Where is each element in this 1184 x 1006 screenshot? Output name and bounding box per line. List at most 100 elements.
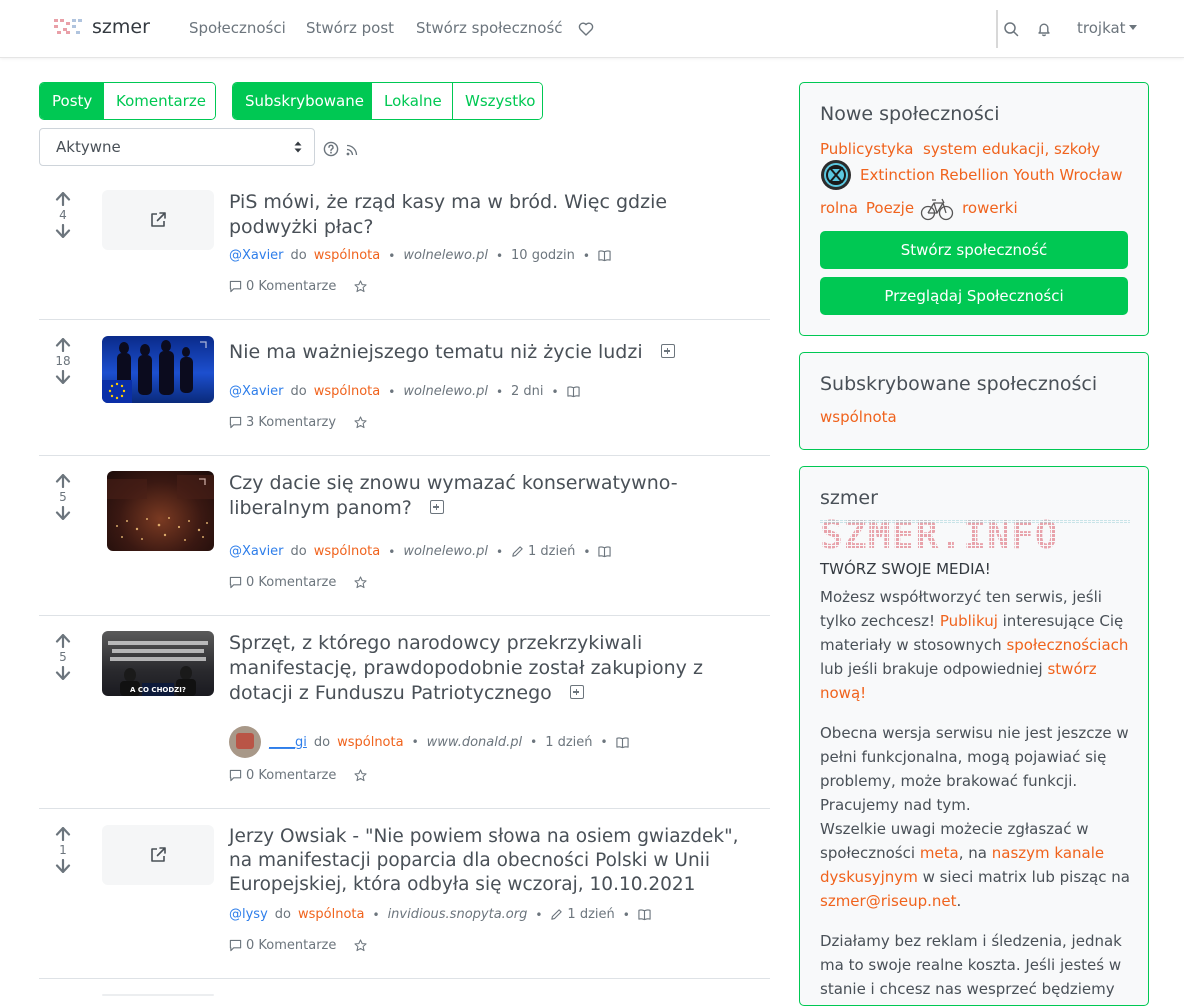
vote-column: 5: [55, 634, 71, 680]
post-author[interactable]: @Xavier: [229, 248, 284, 263]
community-link-rolna[interactable]: rolna: [820, 199, 858, 217]
downvote-icon[interactable]: [55, 859, 71, 873]
comments-link[interactable]: 0 Komentarze: [246, 768, 336, 783]
post-title-text: Sprzęt, z którego narodowcy przekrzykiwa…: [229, 632, 703, 704]
community-link-xr-youth[interactable]: Extinction Rebellion Youth Wrocław: [860, 166, 1123, 184]
expand-icon[interactable]: [569, 685, 584, 699]
site-info-title: szmer: [820, 487, 878, 509]
bell-icon[interactable]: [1036, 21, 1052, 37]
post-actions: 0 Komentarze: [229, 279, 371, 294]
create-community-button[interactable]: Stwórz społeczność: [820, 231, 1128, 269]
star-icon[interactable]: [354, 939, 367, 952]
comments-link[interactable]: 0 Komentarze: [246, 575, 336, 590]
comments-link[interactable]: 3 Komentarzy: [246, 415, 336, 430]
book-icon[interactable]: [598, 545, 612, 558]
upvote-icon[interactable]: [55, 338, 71, 352]
post-thumbnail-link[interactable]: [102, 190, 214, 250]
downvote-icon[interactable]: [55, 506, 71, 520]
post-title[interactable]: PiS mówi, że rząd kasy ma w bród. Więc g…: [229, 190, 759, 240]
nav-link-communities[interactable]: Społeczności: [189, 19, 286, 37]
email-link[interactable]: szmer@riseup.net: [820, 892, 957, 910]
post-thumbnail-image[interactable]: A CO CHODZI?: [102, 631, 214, 696]
tab-posts[interactable]: Posty: [40, 83, 104, 119]
tab-subscribed[interactable]: Subskrybowane: [233, 83, 372, 119]
post-domain: wolnelewo.pl: [403, 384, 488, 399]
upvote-icon[interactable]: [55, 634, 71, 648]
community-link-poezje[interactable]: Poezje: [866, 199, 914, 217]
star-icon[interactable]: [354, 769, 367, 782]
post-author[interactable]: @lysy: [229, 907, 268, 922]
post-author[interactable]: ____gi: [269, 735, 307, 750]
post-community[interactable]: wspólnota: [337, 735, 403, 750]
nav-link-create-post[interactable]: Stwórz post: [306, 19, 394, 37]
communities-link[interactable]: społecznościach: [1006, 636, 1128, 654]
post-item: 5 A CO CHODZI? Sprzęt, z którego narodow…: [39, 616, 770, 809]
post-thumbnail-image[interactable]: [102, 336, 214, 403]
user-menu[interactable]: trojkat: [1077, 19, 1137, 37]
downvote-icon[interactable]: [55, 224, 71, 238]
book-icon[interactable]: [566, 385, 580, 398]
text-fragment: .: [956, 892, 962, 910]
meta-separator: •: [583, 544, 591, 559]
post-title[interactable]: Nie ma ważniejszego tematu niż życie lud…: [229, 340, 759, 365]
post-time: 2 dni: [511, 384, 544, 399]
star-icon[interactable]: [354, 280, 367, 293]
book-icon[interactable]: [615, 736, 629, 749]
post-actions: 0 Komentarze: [229, 575, 371, 590]
publish-link[interactable]: Publikuj: [940, 612, 998, 630]
comment-icon: [229, 576, 242, 589]
upvote-icon[interactable]: [55, 192, 71, 206]
post-meta: @Xavier do wspólnota • wolnelewo.pl • 1 …: [229, 544, 612, 559]
pencil-icon: [512, 546, 523, 557]
post-title-text: Czy dacie się znowu wymazać konserwatywn…: [229, 472, 678, 519]
szmer-info-logo: SZMER.INFO: [820, 518, 1130, 552]
post-title[interactable]: Czy dacie się znowu wymazać konserwatywn…: [229, 471, 759, 521]
brand[interactable]: szmer: [52, 16, 150, 38]
post-community[interactable]: wspólnota: [314, 248, 380, 263]
search-icon[interactable]: [1003, 21, 1019, 37]
book-icon[interactable]: [598, 249, 611, 262]
rss-icon[interactable]: [346, 144, 358, 156]
post-time: 1 dzień: [528, 544, 576, 559]
subscribed-community-link[interactable]: wspólnota: [820, 408, 897, 426]
post-author[interactable]: @Xavier: [229, 384, 284, 399]
book-icon[interactable]: [638, 908, 651, 921]
community-link-rowerki[interactable]: rowerki: [962, 199, 1018, 217]
tab-comments[interactable]: Komentarze: [104, 83, 215, 119]
comment-icon: [229, 939, 242, 952]
downvote-icon[interactable]: [55, 666, 71, 680]
tab-local[interactable]: Lokalne: [372, 83, 453, 119]
post-meta: ____gi do wspólnota • www.donald.pl • 1 …: [229, 726, 629, 758]
community-link-publicystyka[interactable]: Publicystyka: [820, 140, 913, 158]
sort-select[interactable]: Aktywne: [39, 128, 315, 166]
comments-link[interactable]: 0 Komentarze: [246, 279, 336, 294]
expand-icon[interactable]: [429, 500, 444, 514]
post-community[interactable]: wspólnota: [314, 384, 380, 399]
expand-icon[interactable]: [660, 344, 675, 358]
post-meta: @Xavier do wspólnota • wolnelewo.pl • 10…: [229, 248, 611, 263]
meta-separator: •: [535, 907, 543, 922]
heart-icon[interactable]: [578, 21, 594, 37]
community-link-system-edukacji[interactable]: system edukacji, szkoły: [923, 140, 1100, 158]
post-thumbnail-link[interactable]: [102, 825, 214, 885]
browse-communities-button[interactable]: Przeglądaj Społeczności: [820, 277, 1128, 315]
post-title[interactable]: Jerzy Owsiak - "Nie powiem słowa na osie…: [229, 825, 764, 897]
post-community[interactable]: wspólnota: [314, 544, 380, 559]
meta-link[interactable]: meta: [920, 844, 959, 862]
nav-link-create-community[interactable]: Stwórz społeczność: [416, 19, 563, 37]
comment-icon: [229, 280, 242, 293]
upvote-icon[interactable]: [55, 474, 71, 488]
downvote-icon[interactable]: [55, 370, 71, 384]
post-score: 1: [59, 843, 67, 857]
help-icon[interactable]: [323, 141, 339, 157]
post-title[interactable]: Sprzęt, z którego narodowcy przekrzykiwa…: [229, 631, 759, 706]
post-author[interactable]: @Xavier: [229, 544, 284, 559]
post-thumbnail-image[interactable]: [107, 471, 214, 551]
star-icon[interactable]: [354, 416, 367, 429]
upvote-icon[interactable]: [55, 827, 71, 841]
post-community[interactable]: wspólnota: [298, 907, 364, 922]
comments-link[interactable]: 0 Komentarze: [246, 938, 336, 953]
tab-all[interactable]: Wszystko: [453, 83, 542, 119]
new-communities-title: Nowe społeczności: [820, 103, 1000, 125]
star-icon[interactable]: [354, 576, 367, 589]
